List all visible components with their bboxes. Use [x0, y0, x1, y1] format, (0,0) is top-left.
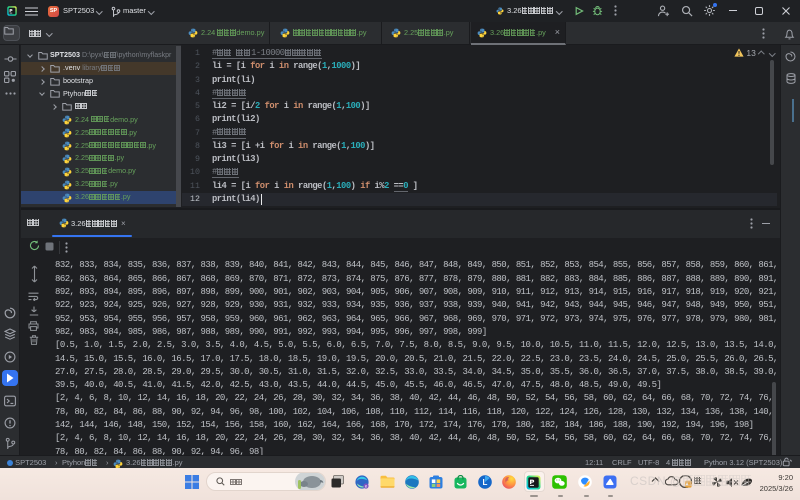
svg-text:L: L: [483, 478, 488, 487]
